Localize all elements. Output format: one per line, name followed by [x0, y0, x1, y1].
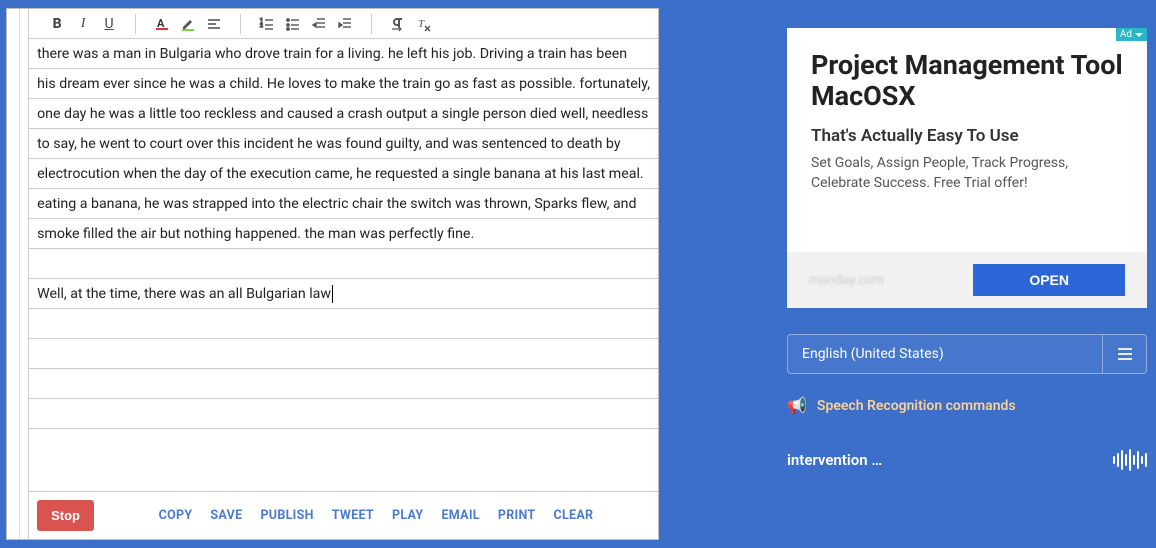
highlight-button[interactable]	[176, 12, 200, 36]
text-line[interactable]: smoke filled the air but nothing happene…	[29, 219, 658, 249]
clear-formatting-button[interactable]: T	[412, 12, 436, 36]
text-color-button[interactable]: A	[150, 12, 174, 36]
empty-line[interactable]	[29, 369, 658, 399]
email-action[interactable]: EMAIL	[441, 508, 479, 523]
outdent-button[interactable]	[307, 12, 331, 36]
language-select[interactable]: English (United States)	[788, 335, 1102, 373]
print-action[interactable]: PRINT	[498, 508, 536, 523]
bold-button[interactable]: B	[45, 12, 69, 36]
megaphone-icon: 📢	[787, 396, 807, 415]
action-row: COPY SAVE PUBLISH TWEET PLAY EMAIL PRINT…	[102, 508, 650, 523]
text-line[interactable]: to say, he went to court over this incid…	[29, 129, 658, 159]
svg-text:T: T	[418, 18, 425, 30]
text-caret	[332, 285, 333, 303]
unordered-list-button[interactable]	[281, 12, 305, 36]
text-line-active[interactable]: Well, at the time, there was an all Bulg…	[29, 279, 658, 309]
text-line[interactable]: eating a banana, he was strapped into th…	[29, 189, 658, 219]
live-transcript-row: intervention …	[787, 449, 1147, 471]
italic-button[interactable]: I	[71, 12, 95, 36]
svg-text:2: 2	[260, 23, 263, 29]
empty-line[interactable]	[29, 249, 658, 279]
empty-line[interactable]	[29, 309, 658, 339]
indent-button[interactable]	[333, 12, 357, 36]
speech-commands-link[interactable]: 📢 Speech Recognition commands	[787, 396, 1147, 415]
publish-action[interactable]: PUBLISH	[260, 508, 313, 523]
editor-gutter	[7, 9, 29, 539]
language-row: English (United States)	[787, 334, 1147, 374]
empty-line[interactable]	[29, 339, 658, 369]
ad-body: Set Goals, Assign People, Track Progress…	[811, 154, 1123, 193]
speech-commands-label: Speech Recognition commands	[817, 398, 1016, 414]
sidebar: Ad Project Management Tool MacOSX That's…	[787, 28, 1147, 471]
text-direction-button[interactable]	[386, 12, 410, 36]
clear-action[interactable]: CLEAR	[553, 508, 593, 523]
active-text: Well, at the time, there was an all Bulg…	[37, 279, 331, 309]
ad-badge-label: Ad	[1120, 29, 1132, 40]
save-action[interactable]: SAVE	[210, 508, 242, 523]
editor-content[interactable]: there was a man in Bulgaria who drove tr…	[29, 39, 658, 491]
play-action[interactable]: PLAY	[392, 508, 423, 523]
text-line[interactable]: his dream ever since he was a child. He …	[29, 69, 658, 99]
editor-main: B I U A 12	[29, 9, 658, 539]
editor-panel: B I U A 12	[6, 8, 659, 540]
ad-open-button[interactable]: OPEN	[973, 264, 1125, 296]
chevron-down-icon	[1135, 31, 1143, 39]
editor-bottom-bar: Stop COPY SAVE PUBLISH TWEET PLAY EMAIL …	[29, 491, 658, 539]
ad-domain: monday.com	[809, 273, 884, 288]
formatting-toolbar: B I U A 12	[29, 9, 658, 39]
copy-action[interactable]: COPY	[159, 508, 193, 523]
tweet-action[interactable]: TWEET	[332, 508, 374, 523]
ad-subtitle: That's Actually Easy To Use	[811, 126, 1123, 146]
interim-transcript: intervention …	[787, 451, 882, 469]
ad-box[interactable]: Ad Project Management Tool MacOSX That's…	[787, 28, 1147, 308]
text-line[interactable]: electrocution when the day of the execut…	[29, 159, 658, 189]
ad-badge[interactable]: Ad	[1116, 28, 1147, 41]
underline-button[interactable]: U	[97, 12, 121, 36]
empty-line[interactable]	[29, 399, 658, 429]
language-menu-button[interactable]	[1102, 335, 1146, 373]
ordered-list-button[interactable]: 12	[255, 12, 279, 36]
text-line[interactable]: one day he was a little too reckless and…	[29, 99, 658, 129]
text-line[interactable]: there was a man in Bulgaria who drove tr…	[29, 39, 658, 69]
ad-title: Project Management Tool MacOSX	[811, 50, 1123, 112]
empty-line[interactable]	[29, 429, 658, 459]
menu-icon	[1117, 347, 1133, 361]
ad-footer: monday.com OPEN	[787, 252, 1147, 308]
stop-button[interactable]: Stop	[37, 500, 94, 531]
waveform-icon	[1113, 449, 1147, 471]
align-button[interactable]	[202, 12, 226, 36]
